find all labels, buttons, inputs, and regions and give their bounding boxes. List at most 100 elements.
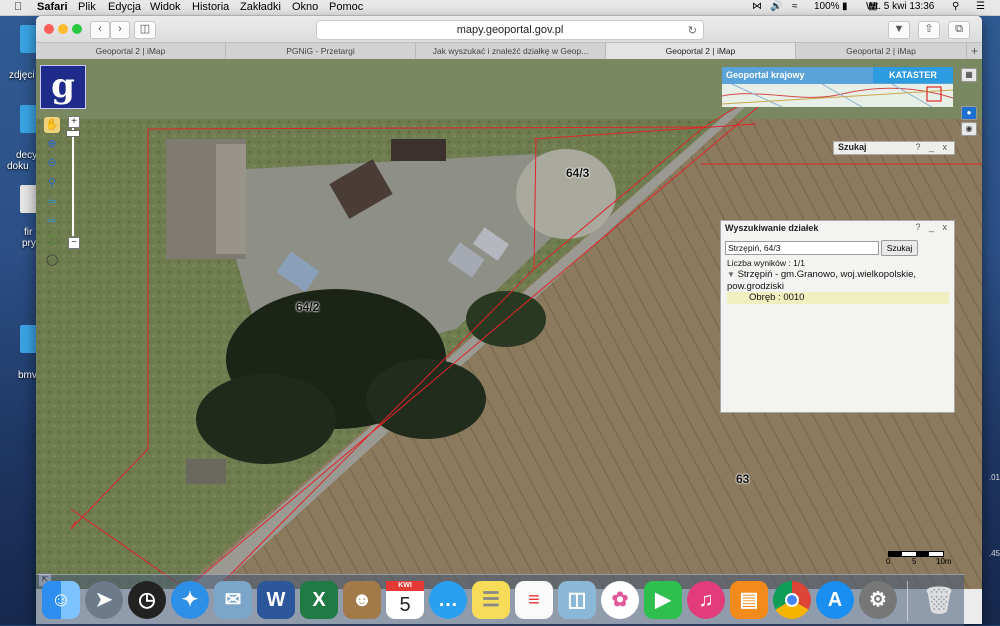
menu-item-file[interactable]: Plik [78, 1, 96, 13]
back-button[interactable]: ‹ [90, 21, 110, 39]
geoportal-krajowy-label: Geoportal krajowy [726, 70, 805, 80]
layers-toggle-icon[interactable]: ▦ [961, 68, 977, 82]
menu-item-help[interactable]: Pomoc [329, 1, 363, 13]
sidebar-toggle-button[interactable]: ◫ [134, 21, 156, 39]
desktop-label: decy [16, 150, 38, 161]
itunes-icon[interactable]: ♫ [687, 581, 725, 619]
safari-icon[interactable]: ✦ [171, 581, 209, 619]
tab-how-to-find-parcel[interactable]: Jak wyszukać i znaleźć działkę w Geop... [416, 43, 606, 59]
expand-triangle-icon[interactable]: ▼ [727, 270, 735, 279]
zoom-out-tool-icon[interactable]: ⊖ [44, 155, 60, 171]
visibility-eye-icon[interactable]: ◉ [961, 122, 977, 136]
excel-icon[interactable]: X [300, 581, 338, 619]
search-toolbar-controls[interactable]: ? _ x [915, 142, 950, 152]
trash-icon[interactable]: 🗑 [920, 581, 958, 619]
menu-clock[interactable]: Wt. 5 kwi 13:36 [866, 1, 934, 12]
menu-item-window[interactable]: Okno [292, 1, 318, 13]
zoom-plus-button[interactable]: + [68, 116, 80, 128]
mail-icon[interactable]: ✉ [214, 581, 252, 619]
dashboard-icon[interactable]: ◷ [128, 581, 166, 619]
volume-icon[interactable]: 🔊 [770, 1, 782, 12]
contacts-icon[interactable]: ☻ [343, 581, 381, 619]
desktop-label: zdjęci [9, 70, 35, 81]
map-view[interactable]: 64/3 64/2 63 g ✋ ⊕ ⊖ ⚲ ⇦ ⇨ ⓘ ◯ + − Geopo… [36, 59, 982, 589]
zoom-slider[interactable]: + − [66, 116, 80, 249]
wifi-icon[interactable]: ≈ [792, 1, 798, 12]
result-sub-item[interactable]: Obręb : 0010 [727, 292, 949, 304]
visibility-on-icon[interactable]: ● [961, 106, 977, 120]
parcel-search-controls[interactable]: ? _ x [915, 222, 950, 232]
word-icon[interactable]: W [257, 581, 295, 619]
url-text: mapy.geoportal.gov.pl [456, 24, 564, 36]
messages-icon[interactable]: … [429, 581, 467, 619]
parcel-search-button[interactable]: Szukaj [881, 240, 918, 256]
previous-view-icon[interactable]: ⇦ [44, 194, 60, 210]
tab-geoportal-1[interactable]: Geoportal 2 | iMap [36, 43, 226, 59]
minimize-window-icon[interactable] [58, 24, 68, 34]
facetime-icon[interactable]: ▶ [644, 581, 682, 619]
search-toolbar-title: Szukaj [838, 142, 867, 152]
preview-icon[interactable]: ◫ [558, 581, 596, 619]
bluetooth-icon[interactable]: ⋈ [752, 1, 762, 12]
address-bar[interactable]: mapy.geoportal.gov.pl ↻ [316, 20, 704, 40]
info-icon[interactable]: ⓘ [44, 233, 60, 249]
measure-icon[interactable]: ◯ [44, 252, 60, 268]
menu-bar:  Safari Plik Edycja Widok Historia Zakł… [0, 0, 1000, 16]
spotlight-icon[interactable]: ⚲ [952, 1, 959, 12]
calendar-icon[interactable]: KWI 5 [386, 581, 424, 619]
desktop-label: bmv [18, 370, 37, 381]
menu-item-history[interactable]: Historia [192, 1, 229, 13]
tab-geoportal-2[interactable]: Geoportal 2 | iMap [796, 43, 967, 59]
zoom-slider-handle[interactable] [66, 130, 80, 137]
menu-item-bookmarks[interactable]: Zakładki [240, 1, 281, 13]
overview-minimap[interactable] [722, 84, 953, 107]
close-window-icon[interactable] [44, 24, 54, 34]
kataster-button[interactable]: KATASTER [873, 67, 953, 83]
forward-button[interactable]: › [110, 21, 130, 39]
notes-icon[interactable]: ☰ [472, 581, 510, 619]
new-tab-button[interactable]: + [971, 43, 978, 59]
zoom-extent-icon[interactable]: ⚲ [44, 175, 60, 191]
battery-percent[interactable]: 100% [814, 1, 840, 12]
battery-icon[interactable]: ▮ [842, 1, 848, 12]
next-view-icon[interactable]: ⇨ [44, 213, 60, 229]
apple-icon[interactable]:  [14, 1, 22, 13]
zoom-in-tool-icon[interactable]: ⊕ [44, 136, 60, 152]
photos-icon[interactable]: ✿ [601, 581, 639, 619]
menu-app-name[interactable]: Safari [37, 1, 68, 13]
zoom-minus-button[interactable]: − [68, 237, 80, 249]
tabs-overview-button[interactable]: ⧉ [948, 21, 970, 39]
zoom-window-icon[interactable] [72, 24, 82, 34]
parcel-search-input[interactable]: Strzępiń, 64/3 [725, 241, 879, 255]
scale-label-5: 5 [912, 557, 917, 566]
reload-icon[interactable]: ↻ [688, 22, 697, 40]
result-tree-item[interactable]: ▼ Strzępiń - gm.Granowo, woj.wielkopolsk… [727, 269, 947, 293]
result-main-text: Strzępiń - gm.Granowo, woj.wielkopolskie… [727, 269, 917, 292]
pan-hand-icon[interactable]: ✋ [44, 117, 60, 133]
notification-center-icon[interactable]: ☰ [976, 1, 985, 12]
appstore-icon[interactable]: A [816, 581, 854, 619]
calendar-month: KWI [386, 581, 424, 591]
menu-item-view[interactable]: Widok [150, 1, 181, 13]
parcel-search-title: Wyszukiwanie działek [725, 223, 819, 233]
share-button[interactable]: ⇧ [918, 21, 940, 39]
tab-bar: Geoportal 2 | iMap PGNiG - Przetargi Jak… [36, 42, 982, 60]
parcel-label-63: 63 [736, 472, 750, 486]
tab-geoportal-active[interactable]: Geoportal 2 | iMap [606, 43, 796, 59]
finder-icon[interactable]: ☺ [42, 581, 80, 619]
browser-toolbar: ‹ › ◫ mapy.geoportal.gov.pl ↻ ▼ ⇧ ⧉ [36, 16, 982, 42]
system-preferences-icon[interactable]: ⚙ [859, 581, 897, 619]
launchpad-icon[interactable]: ➤ [85, 581, 123, 619]
chrome-icon[interactable] [773, 581, 811, 619]
search-toolbar-panel[interactable]: Szukaj ? _ x [833, 141, 955, 155]
desktop-right-text: .45 [988, 549, 1000, 558]
tab-pgnig[interactable]: PGNiG - Przetargi [226, 43, 416, 59]
downloads-button[interactable]: ▼ [888, 21, 910, 39]
geoportal-logo[interactable]: g [40, 65, 86, 109]
ibooks-icon[interactable]: ▤ [730, 581, 768, 619]
desktop-label: doku [7, 161, 29, 172]
menu-item-edit[interactable]: Edycja [108, 1, 141, 13]
scale-label-10: 10m [936, 557, 952, 566]
reminders-icon[interactable]: ≡ [515, 581, 553, 619]
geoportal-layer-switcher[interactable]: Geoportal krajowy KATASTER [722, 67, 953, 107]
